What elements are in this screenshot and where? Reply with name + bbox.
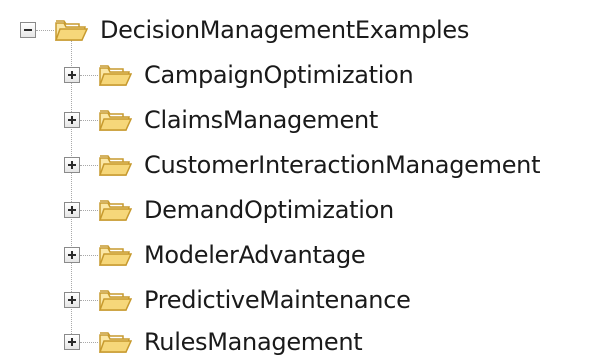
folder-open-icon: [98, 62, 132, 88]
folder-open-icon: [98, 242, 132, 268]
tree-item-claims-management[interactable]: ClaimsManagement: [64, 100, 378, 140]
tree-item-demand-optimization[interactable]: DemandOptimization: [64, 190, 394, 230]
tree-item-campaign-optimization[interactable]: CampaignOptimization: [64, 55, 414, 95]
tree-item-modeler-advantage[interactable]: ModelerAdvantage: [64, 235, 366, 275]
folder-open-icon: [98, 197, 132, 223]
tree-item-label: DemandOptimization: [144, 196, 394, 224]
tree-item-predictive-maintenance[interactable]: PredictiveMaintenance: [64, 280, 411, 320]
tree-connector: [80, 299, 98, 301]
expand-icon[interactable]: [64, 112, 80, 128]
expand-icon[interactable]: [64, 334, 80, 350]
expand-icon[interactable]: [64, 292, 80, 308]
tree-connector: [80, 74, 98, 76]
expand-icon[interactable]: [64, 202, 80, 218]
tree-item-label: DecisionManagementExamples: [100, 16, 470, 44]
tree-item-label: RulesManagement: [144, 328, 363, 356]
folder-open-icon: [98, 329, 132, 355]
tree-connector: [36, 29, 54, 31]
folder-open-icon: [98, 287, 132, 313]
folder-open-icon: [98, 152, 132, 178]
collapse-icon[interactable]: [20, 22, 36, 38]
tree-item-label: CampaignOptimization: [144, 61, 414, 89]
tree-item-label: CustomerInteractionManagement: [144, 151, 541, 179]
tree-item-rules-management[interactable]: RulesManagement: [64, 322, 363, 362]
expand-icon[interactable]: [64, 67, 80, 83]
folder-open-icon: [54, 17, 88, 43]
tree-item-label: ClaimsManagement: [144, 106, 378, 134]
tree-item-label: ModelerAdvantage: [144, 241, 366, 269]
expand-icon[interactable]: [64, 157, 80, 173]
tree-item-customer-interaction-management[interactable]: CustomerInteractionManagement: [64, 145, 540, 185]
tree-connector: [80, 341, 98, 343]
tree-item-decision-management-examples[interactable]: DecisionManagementExamples: [20, 10, 469, 50]
tree-connector: [80, 164, 98, 166]
tree-connector: [80, 254, 98, 256]
project-tree: DecisionManagementExamples CampaignOptim…: [0, 0, 592, 358]
tree-item-label: PredictiveMaintenance: [144, 286, 411, 314]
folder-open-icon: [98, 107, 132, 133]
tree-connector: [80, 209, 98, 211]
tree-connector: [80, 119, 98, 121]
expand-icon[interactable]: [64, 247, 80, 263]
